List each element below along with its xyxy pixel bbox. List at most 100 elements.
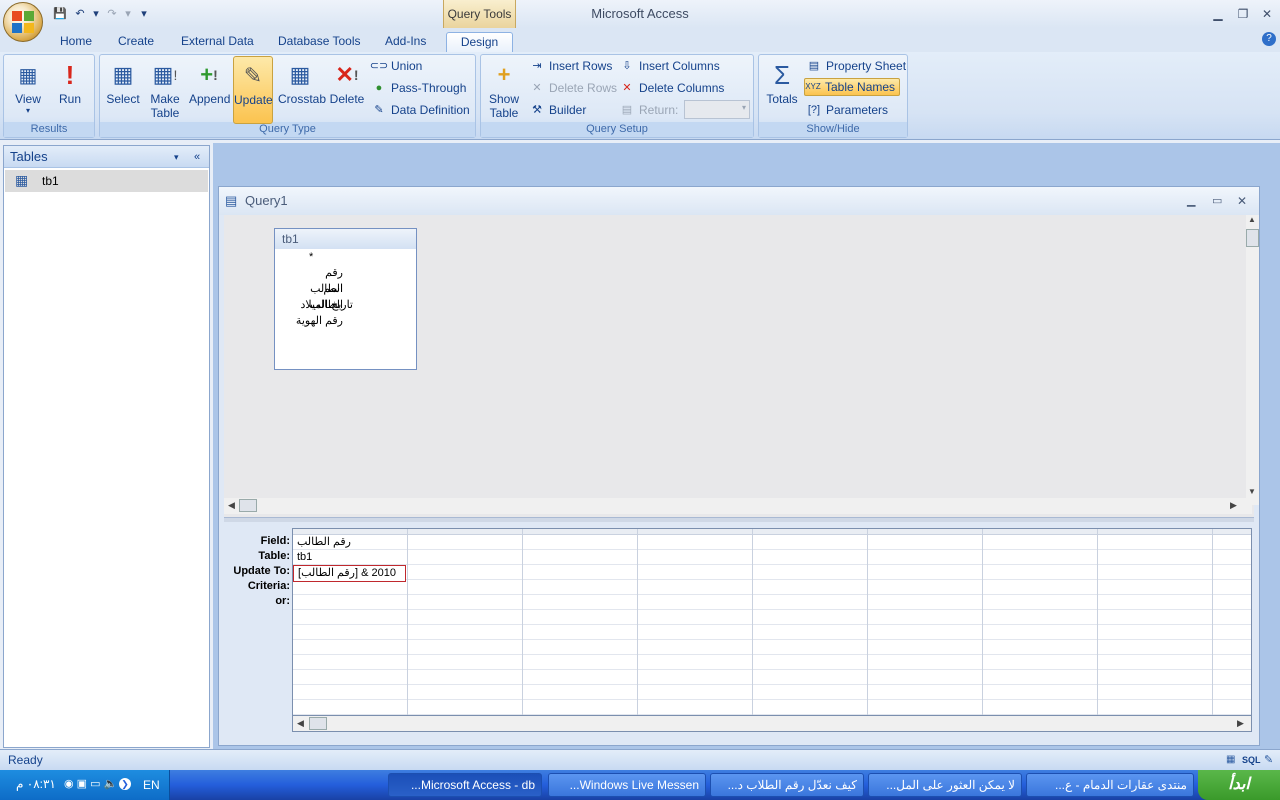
make-table-button[interactable]: ▦! Make Table	[145, 56, 185, 124]
status-text: Ready	[8, 753, 43, 767]
tray-icons[interactable]: ◉ ▣ ▭ 🔈	[64, 777, 117, 790]
return-select[interactable]: ▾	[684, 100, 750, 119]
append-button[interactable]: +! Append	[189, 56, 230, 124]
field-item-all[interactable]: *	[309, 249, 359, 265]
delete-rows-icon: ✕	[532, 82, 542, 94]
office-button[interactable]	[3, 2, 43, 42]
data-definition-button[interactable]: ✎ Data Definition	[371, 101, 469, 119]
nav-pane-header[interactable]: Tables ▾ «	[4, 146, 209, 168]
tab-external-data[interactable]: External Data	[175, 32, 260, 52]
update-button[interactable]: ✎ Update	[233, 56, 273, 124]
grid-column[interactable]	[408, 529, 523, 715]
scroll-right-icon[interactable]: ▶	[1230, 500, 1237, 511]
grid-column[interactable]	[1098, 529, 1213, 715]
design-view-icon[interactable]: ✎	[1264, 753, 1273, 767]
return-label: ▤ Return:	[619, 101, 679, 119]
grid-column[interactable]	[638, 529, 753, 715]
query-window-title-bar[interactable]: ▤ Query1 ▁ ▭ ✕	[219, 187, 1259, 215]
redo-dropdown-icon[interactable]: ▾	[124, 5, 132, 21]
field-item[interactable]: رقم الطالب	[293, 265, 343, 295]
collapse-pane-icon[interactable]: «	[194, 146, 200, 168]
insert-rows-button[interactable]: ⇥ Insert Rows	[529, 57, 612, 75]
totals-button[interactable]: Σ Totals	[762, 56, 802, 124]
view-button[interactable]: ▦ View ▾	[8, 56, 48, 124]
grid-column[interactable]	[753, 529, 868, 715]
show-table-button[interactable]: + Show Table	[484, 56, 524, 124]
maximize-icon[interactable]: ❐	[1235, 6, 1251, 22]
customize-qat-icon[interactable]: ▾	[136, 5, 152, 21]
sql-view-button[interactable]: SQL	[1242, 753, 1261, 767]
field-cell[interactable]: رقم الطالب	[293, 535, 408, 550]
redo-icon[interactable]: ↷	[104, 5, 120, 21]
grid-column[interactable]	[983, 529, 1098, 715]
tab-create[interactable]: Create	[112, 32, 160, 52]
scroll-down-icon[interactable]: ▼	[1248, 487, 1256, 496]
upper-vertical-scrollbar[interactable]: ▲ ▼	[1246, 215, 1259, 505]
insert-columns-button[interactable]: ⇩ Insert Columns	[619, 57, 719, 75]
help-icon[interactable]: ?	[1262, 32, 1276, 46]
union-button[interactable]: ⊂⊃ Union	[370, 57, 423, 75]
close-icon[interactable]: ✕	[1259, 6, 1275, 22]
field-list-tb1[interactable]: tb1 * رقم الطالب اسم الطالب تاريخ الميلا…	[274, 228, 417, 370]
scroll-left-icon[interactable]: ◀	[228, 500, 235, 511]
parameters-icon: [?]	[807, 104, 821, 116]
select-query-button[interactable]: ▦ Select	[103, 56, 143, 124]
save-icon[interactable]: 💾	[52, 5, 68, 21]
row-label-field: Field:	[260, 535, 290, 547]
builder-button[interactable]: ⚒ Builder	[529, 101, 586, 119]
tray-expand-icon[interactable]: ❯	[119, 778, 131, 790]
delete-rows-button[interactable]: ✕ Delete Rows	[529, 79, 617, 97]
pane-splitter[interactable]	[224, 517, 1254, 522]
undo-dropdown-icon[interactable]: ▾	[92, 5, 100, 21]
field-item[interactable]: اسم الطالب	[293, 281, 343, 311]
taskbar-item-browser-1[interactable]: كيف نعدّل رقم الطلاب د...	[710, 773, 864, 797]
datasheet-view-icon[interactable]: ▦	[1226, 753, 1240, 767]
scroll-thumb[interactable]	[1246, 229, 1259, 247]
pass-through-button[interactable]: ● Pass-Through	[371, 79, 467, 97]
tab-add-ins[interactable]: Add-Ins	[379, 32, 432, 52]
scroll-right-icon[interactable]: ▶	[1237, 718, 1244, 729]
delete-query-button[interactable]: ✕! Delete	[327, 56, 367, 124]
parameters-button[interactable]: [?] Parameters	[806, 101, 888, 119]
upper-horizontal-scrollbar[interactable]: ◀ ▶	[224, 498, 1252, 514]
nav-dropdown-icon[interactable]: ▾	[174, 146, 179, 168]
scroll-thumb[interactable]	[239, 499, 257, 512]
query-maximize-icon[interactable]: ▭	[1212, 187, 1222, 215]
minimize-icon[interactable]: ▁	[1210, 6, 1226, 22]
table-names-button[interactable]: XYZ Table Names	[804, 78, 901, 96]
taskbar-item-messenger[interactable]: Windows Live Messen...	[548, 773, 706, 797]
nav-item-tb1[interactable]: ▦ tb1	[5, 170, 208, 192]
start-button[interactable]: ابدأ	[1198, 770, 1280, 800]
grid-column[interactable]	[523, 529, 638, 715]
field-list-title[interactable]: tb1	[275, 229, 416, 249]
delete-columns-button[interactable]: ✕ Delete Columns	[619, 79, 724, 97]
taskbar-item-browser-3[interactable]: منتدى عقارات الدمام - ع...	[1026, 773, 1194, 797]
property-sheet-button[interactable]: ▤ Property Sheet	[806, 57, 906, 75]
scroll-thumb[interactable]	[309, 717, 327, 730]
query-minimize-icon[interactable]: ▁	[1187, 187, 1195, 215]
query-icon: ▤	[225, 193, 238, 208]
scroll-up-icon[interactable]: ▲	[1248, 215, 1256, 224]
taskbar-item-access[interactable]: Microsoft Access - db...	[388, 773, 542, 797]
crosstab-button[interactable]: ▦ Crosstab	[278, 56, 326, 124]
tab-design[interactable]: Design	[446, 32, 513, 52]
query-close-icon[interactable]: ✕	[1237, 187, 1247, 215]
run-button[interactable]: ! Run	[50, 56, 90, 124]
language-indicator[interactable]: EN	[143, 778, 160, 792]
sigma-icon: Σ	[773, 59, 791, 90]
tab-home[interactable]: Home	[54, 32, 98, 52]
taskbar-item-browser-2[interactable]: لا يمكن العثور على المل...	[868, 773, 1022, 797]
query-window: ▤ Query1 ▁ ▭ ✕ tb1 * رقم الطالب اسم الطا…	[218, 186, 1260, 746]
undo-icon[interactable]: ↶	[72, 5, 88, 21]
quick-access-toolbar: 💾 ↶ ▾ ↷ ▾ ▾	[52, 4, 152, 22]
field-item[interactable]: تاريخ الميلاد	[293, 297, 354, 313]
return-dropdown-icon: ▾	[741, 103, 746, 112]
field-item[interactable]: رقم الهوية	[293, 313, 343, 329]
scroll-left-icon[interactable]: ◀	[297, 718, 304, 729]
update-to-cell[interactable]: [رقم الطالب] & 2010	[293, 565, 406, 582]
clock[interactable]: ٠٨:٣١ م	[16, 777, 56, 791]
tab-database-tools[interactable]: Database Tools	[272, 32, 367, 52]
grid-column[interactable]	[868, 529, 983, 715]
table-cell[interactable]: tb1	[293, 550, 408, 565]
grid-horizontal-scrollbar[interactable]: ◀ ▶	[292, 716, 1252, 732]
